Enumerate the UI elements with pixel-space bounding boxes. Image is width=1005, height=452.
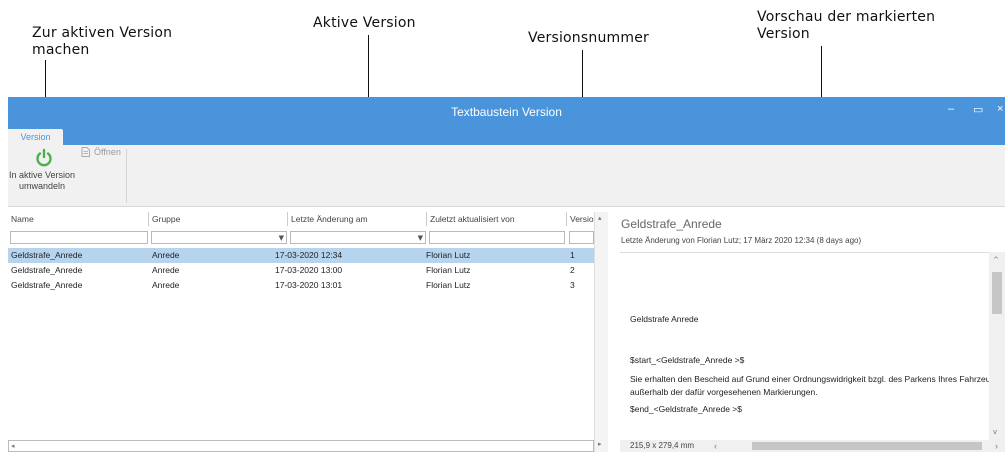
chevron-down-icon: ▼ [278, 234, 284, 242]
cell-name: Geldstrafe_Anrede [11, 280, 83, 290]
cell-group: Anrede [152, 280, 180, 290]
cell-changed: 17-03-2020 12:34 [275, 250, 343, 260]
scroll-up-icon[interactable]: ▴ [598, 214, 602, 222]
table-row[interactable]: Geldstrafe_Anrede Anrede 17-03-2020 12:3… [8, 248, 594, 263]
column-header-updated-by[interactable]: Zuletzt aktualisiert von [427, 212, 567, 226]
preview-status-bar: 215,9 x 279,4 mm ‹ › [620, 440, 1005, 452]
close-button[interactable]: × [997, 103, 1003, 115]
annotation-preview: Vorschau der markierten Version [757, 9, 936, 42]
chevron-down-icon: ▼ [417, 234, 423, 242]
cell-changed: 17-03-2020 13:00 [275, 265, 343, 275]
annotation-version-number: Versionsnummer [528, 30, 649, 46]
maximize-button[interactable]: ▭ [973, 103, 983, 116]
cell-version: 3 [570, 280, 575, 290]
annotation-active-version: Aktive Version [313, 15, 416, 31]
open-button[interactable]: Öffnen [81, 147, 125, 159]
preview-end-tag: $end_<Geldstrafe_Anrede >$ [630, 404, 743, 414]
cell-updated-by: Florian Lutz [426, 265, 471, 275]
scroll-left-icon[interactable]: ◂ [11, 442, 15, 450]
preview-meta: Letzte Änderung von Florian Lutz; 17 Mär… [621, 236, 862, 245]
scroll-down-icon[interactable]: ▸ [598, 440, 602, 448]
scroll-up-icon[interactable]: ^ [993, 256, 999, 264]
scroll-right-icon[interactable]: › [995, 440, 998, 452]
textbaustein-version-window: Textbaustein Version – ▭ × Version In ak… [8, 97, 1005, 452]
cell-updated-by: Florian Lutz [426, 250, 471, 260]
preview-scroll-thumb[interactable] [992, 272, 1002, 314]
title-bar: Textbaustein Version – ▭ × [8, 97, 1005, 126]
preview-pane: Geldstrafe_Anrede Letzte Änderung von Fl… [612, 207, 1005, 452]
page-size-label: 215,9 x 279,4 mm [630, 441, 695, 450]
scroll-down-icon[interactable]: v [993, 428, 997, 436]
power-icon [36, 148, 52, 167]
preview-body-line-2: außerhalb der dafür vorgesehenen Markier… [630, 387, 818, 397]
cell-changed: 17-03-2020 13:01 [275, 280, 343, 290]
filter-name-input[interactable] [10, 231, 148, 244]
scroll-left-icon[interactable]: ‹ [714, 440, 717, 452]
preview-document: Geldstrafe Anrede $start_<Geldstrafe_Anr… [620, 252, 1005, 440]
filter-updated-by-input[interactable] [429, 231, 565, 244]
column-header-changed[interactable]: Letzte Änderung am [288, 212, 427, 226]
preview-vertical-scrollbar[interactable]: ^ v [989, 252, 1005, 440]
cell-group: Anrede [152, 265, 180, 275]
cell-group: Anrede [152, 250, 180, 260]
cell-version: 2 [570, 265, 575, 275]
ribbon-separator [126, 149, 127, 203]
column-header-version[interactable]: Versio [567, 212, 595, 226]
cell-name: Geldstrafe_Anrede [11, 250, 83, 260]
minimize-button[interactable]: – [948, 103, 954, 115]
tab-version[interactable]: Version [8, 129, 63, 145]
cell-updated-by: Florian Lutz [426, 280, 471, 290]
grid-vertical-scrollbar[interactable]: ▴ ▸ [594, 212, 608, 452]
table-row[interactable]: Geldstrafe_Anrede Anrede 17-03-2020 13:0… [8, 263, 594, 278]
versions-grid: Name Gruppe Letzte Änderung am Zuletzt a… [8, 212, 612, 452]
preview-title: Geldstrafe_Anrede [621, 217, 722, 231]
filter-changed-select[interactable]: ▼ [290, 231, 426, 244]
preview-body-line-1: Sie erhalten den Bescheid auf Grund eine… [630, 374, 1000, 384]
ribbon-tab-strip: Version [8, 126, 1005, 145]
column-header-name[interactable]: Name [8, 212, 149, 226]
make-active-version-label: In aktive Version umwandeln [8, 170, 76, 191]
preview-horizontal-scroll-thumb[interactable] [752, 442, 982, 450]
cell-version: 1 [570, 250, 575, 260]
make-active-version-button[interactable]: In aktive Version umwandeln [8, 147, 78, 197]
window-title: Textbaustein Version [451, 105, 562, 119]
annotation-make-active: Zur aktiven Version machen [32, 25, 173, 58]
cell-name: Geldstrafe_Anrede [11, 265, 83, 275]
open-label: Öffnen [94, 147, 121, 157]
grid-horizontal-scrollbar[interactable]: ◂ [8, 440, 594, 452]
ribbon: In aktive Version umwandeln Öffnen [8, 145, 1005, 207]
column-header-group[interactable]: Gruppe [149, 212, 288, 226]
preview-start-tag: $start_<Geldstrafe_Anrede >$ [630, 355, 745, 365]
filter-version-input[interactable] [569, 231, 594, 244]
document-icon [81, 147, 90, 157]
preview-heading: Geldstrafe Anrede [630, 314, 699, 324]
filter-group-select[interactable]: ▼ [151, 231, 287, 244]
table-row[interactable]: Geldstrafe_Anrede Anrede 17-03-2020 13:0… [8, 278, 594, 293]
